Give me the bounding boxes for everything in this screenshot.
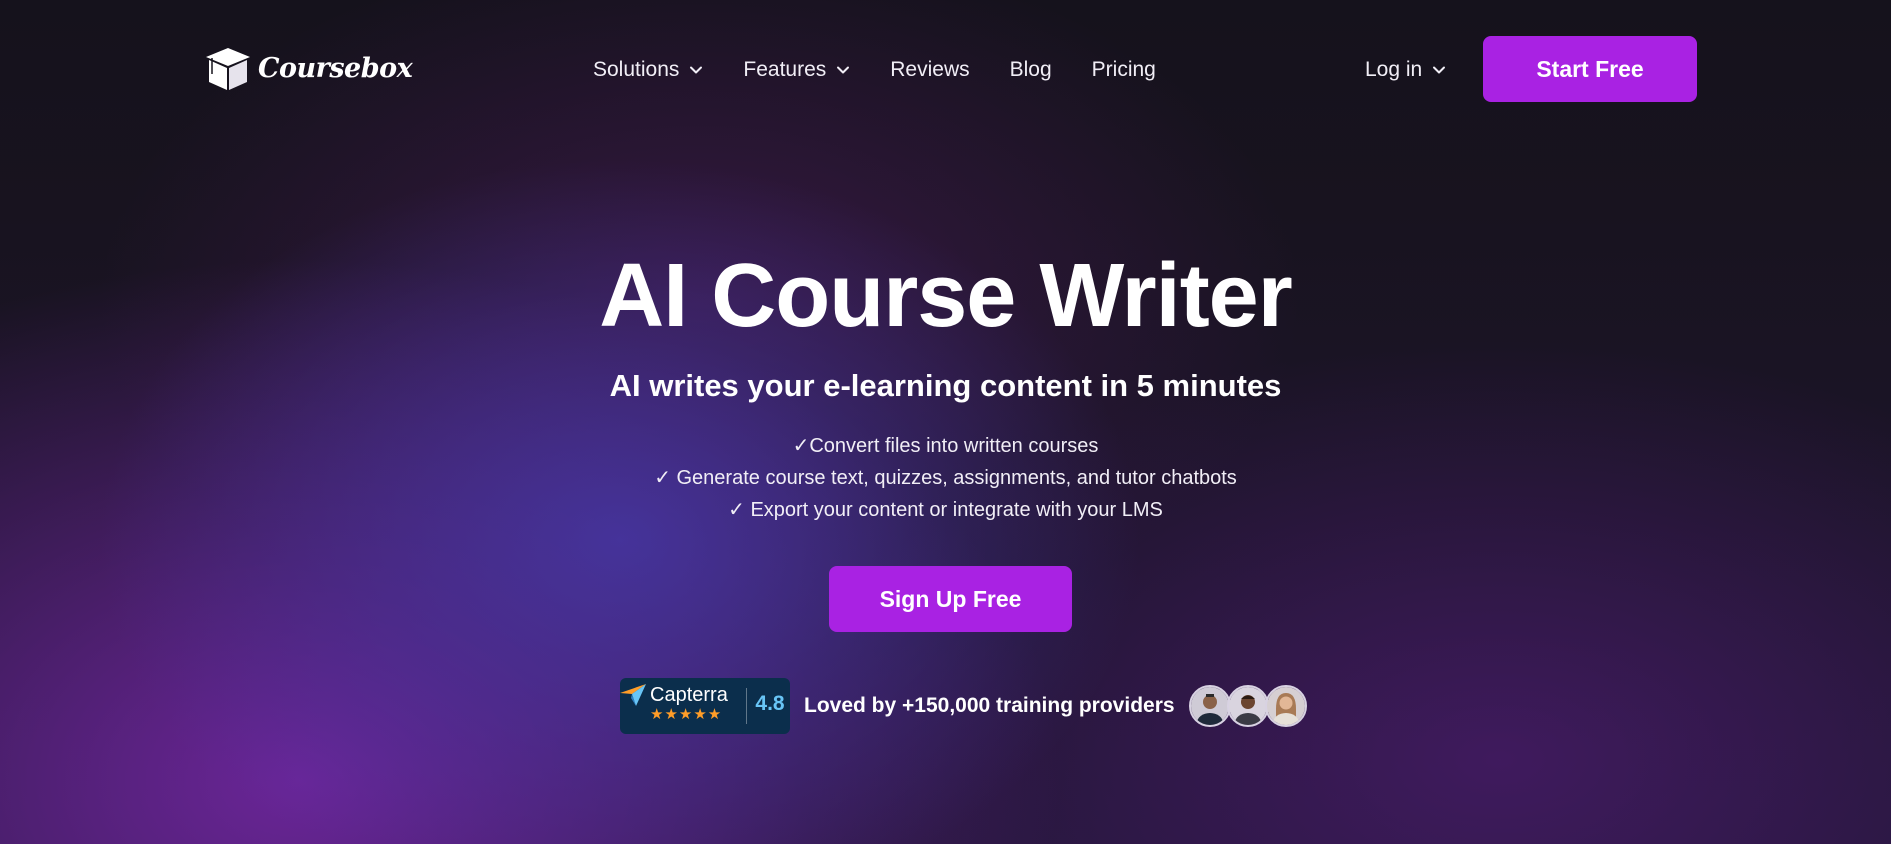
social-proof: Capterra ★★★★★ 4.8 Loved by +150,000 tra… (620, 678, 1307, 734)
chevron-down-icon (837, 66, 850, 74)
divider (746, 688, 747, 724)
main-nav: Solutions Features Reviews Blog Pricing (593, 54, 1156, 86)
nav-reviews[interactable]: Reviews (890, 58, 969, 82)
nav-features-label: Features (743, 58, 827, 81)
nav-solutions[interactable]: Solutions (593, 58, 703, 82)
capterra-name: Capterra (650, 684, 728, 706)
login-label: Log in (1365, 58, 1423, 81)
nav-blog[interactable]: Blog (1010, 58, 1052, 82)
benefit-item: ✓ Export your content or integrate with … (728, 499, 1163, 521)
benefit-item: ✓ Generate course text, quizzes, assignm… (654, 467, 1237, 489)
benefits-list: ✓Convert files into written courses ✓ Ge… (0, 430, 1891, 526)
capterra-logo-icon (620, 684, 646, 706)
start-free-button[interactable]: Start Free (1483, 36, 1697, 102)
nav-reviews-label: Reviews (890, 58, 970, 81)
avatar (1264, 685, 1307, 727)
nav-blog-label: Blog (1009, 58, 1052, 81)
capterra-badge[interactable]: Capterra ★★★★★ 4.8 (620, 678, 790, 734)
loved-by-text: Loved by +150,000 training providers (804, 694, 1175, 717)
capterra-score: 4.8 (755, 692, 785, 715)
capterra-wordmark: Capterra ★★★★★ (650, 684, 744, 724)
sign-up-free-button[interactable]: Sign Up Free (829, 566, 1072, 632)
hero-subtitle: AI writes your e-learning content in 5 m… (609, 368, 1282, 403)
nav-pricing[interactable]: Pricing (1092, 58, 1156, 82)
chevron-down-icon (690, 66, 703, 74)
avatar-group (1188, 685, 1307, 727)
avatar (1226, 685, 1269, 727)
avatar (1188, 685, 1231, 727)
nav-pricing-label: Pricing (1091, 58, 1156, 81)
chevron-down-icon (1433, 66, 1446, 74)
graduation-cap-icon (206, 48, 250, 90)
benefit-item: ✓Convert files into written courses (792, 435, 1099, 457)
logo-text: Coursebox (258, 52, 413, 84)
login-dropdown[interactable]: Log in (1365, 54, 1446, 86)
logo[interactable]: Coursebox (204, 44, 413, 92)
star-rating-icon: ★★★★★ (650, 706, 723, 723)
page-title: AI Course Writer (599, 246, 1293, 346)
site-header: Coursebox Solutions Features Reviews Blo… (0, 0, 1891, 140)
nav-features[interactable]: Features (743, 58, 850, 82)
nav-solutions-label: Solutions (593, 58, 680, 81)
